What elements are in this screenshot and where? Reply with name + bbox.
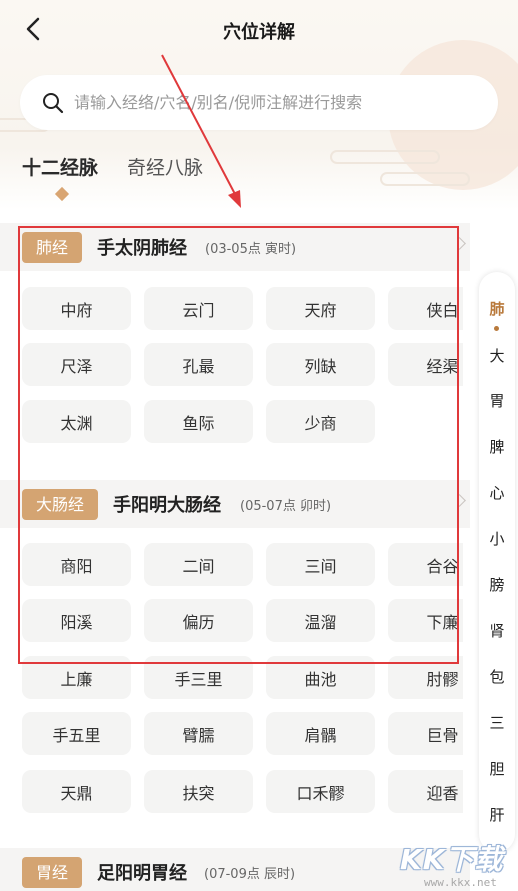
index-item-spleen[interactable]: 脾 [479, 436, 515, 457]
index-item-gallbladder[interactable]: 胆 [479, 758, 515, 779]
index-item-heart[interactable]: 心 [479, 482, 515, 503]
acupoint-button[interactable]: 手五里 [22, 712, 131, 755]
acupoint-button[interactable]: 扶突 [144, 770, 253, 813]
watermark-url: www.kkx.net [424, 876, 497, 889]
index-item-triple-burner[interactable]: 三 [479, 712, 515, 733]
acupoint-button[interactable]: 鱼际 [144, 400, 253, 443]
meridian-name: 手阳明大肠经 [113, 495, 221, 516]
acupoint-button[interactable]: 列缺 [266, 343, 375, 386]
meridian-badge: 胃经 [22, 857, 83, 888]
watermark-text: KK下载 [400, 843, 504, 876]
meridian-badge: 大肠经 [22, 489, 99, 520]
acupoint-button[interactable]: 经渠 [388, 343, 463, 386]
meridian-name: 足阳明胃经 [97, 863, 187, 884]
tab-twelve-meridians[interactable]: 十二经脉 [22, 153, 98, 180]
acupoint-button[interactable]: 下廉 [388, 599, 463, 642]
index-item-stomach[interactable]: 胃 [479, 390, 515, 411]
acupoint-button[interactable]: 口禾髎 [266, 770, 375, 813]
meridian-badge: 肺经 [22, 232, 83, 263]
acupoint-button[interactable]: 曲池 [266, 656, 375, 699]
acupoint-button[interactable]: 孔最 [144, 343, 253, 386]
acupoint-button[interactable]: 肘髎 [388, 656, 463, 699]
acupoint-button[interactable]: 太渊 [22, 400, 131, 443]
acupoint-button[interactable]: 偏历 [144, 599, 253, 642]
acupoint-button[interactable]: 尺泽 [22, 343, 131, 386]
acupoint-button[interactable]: 迎香 [388, 770, 463, 813]
index-item-liver[interactable]: 肝 [479, 804, 515, 825]
index-item-large-intestine[interactable]: 大 [479, 345, 515, 366]
index-item-kidney[interactable]: 肾 [479, 620, 515, 641]
index-active-dot [494, 326, 499, 331]
acupoint-button[interactable]: 商阳 [22, 543, 131, 586]
acupoint-button[interactable]: 云门 [144, 287, 253, 330]
acupoint-button[interactable]: 巨骨 [388, 712, 463, 755]
search-icon [43, 92, 64, 113]
acupoint-button[interactable]: 合谷 [388, 543, 463, 586]
acupoint-button[interactable]: 侠白 [388, 287, 463, 330]
watermark-logo: KK下载 www.kkx.net [398, 838, 518, 891]
acupoint-button[interactable]: 手三里 [144, 656, 253, 699]
meridian-time: (05-07点 卯时) [240, 499, 332, 514]
acupoint-button[interactable]: 中府 [22, 287, 131, 330]
index-item-bladder[interactable]: 膀 [479, 574, 515, 595]
acupoint-button[interactable]: 三间 [266, 543, 375, 586]
acupoint-button[interactable]: 臂臑 [144, 712, 253, 755]
acupoint-button[interactable]: 天府 [266, 287, 375, 330]
acupoint-button[interactable]: 上廉 [22, 656, 131, 699]
acupoint-button[interactable]: 天鼎 [22, 770, 131, 813]
acupoint-column-4: 侠白 经渠 合谷 下廉 肘髎 巨骨 迎香 [388, 0, 463, 891]
meridian-time: (03-05点 寅时) [205, 242, 297, 257]
meridian-time: (07-09点 辰时) [204, 867, 296, 882]
index-item-lung[interactable]: 肺 [479, 298, 515, 319]
acupoint-button[interactable]: 二间 [144, 543, 253, 586]
acupoint-button[interactable]: 阳溪 [22, 599, 131, 642]
meridian-index-bar: 肺 大 胃 脾 心 小 膀 肾 包 三 胆 肝 [479, 272, 515, 852]
index-item-small-intestine[interactable]: 小 [479, 528, 515, 549]
acupoint-button[interactable]: 少商 [266, 400, 375, 443]
tab-eight-extra-meridians[interactable]: 奇经八脉 [127, 153, 203, 180]
meridian-name: 手太阴肺经 [97, 238, 187, 259]
index-item-pericardium[interactable]: 包 [479, 666, 515, 687]
acupoint-button[interactable]: 温溜 [266, 599, 375, 642]
acupoint-button[interactable]: 肩髃 [266, 712, 375, 755]
